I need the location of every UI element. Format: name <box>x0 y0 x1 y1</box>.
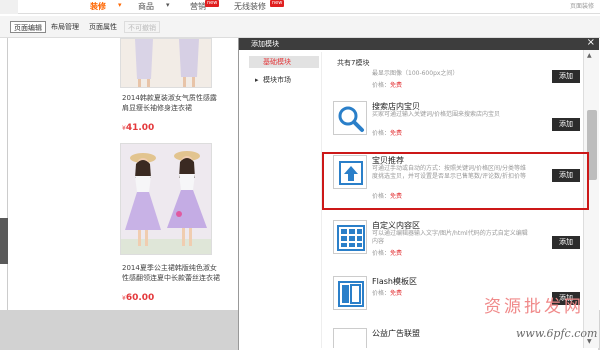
nav-item-goods[interactable]: 商品 <box>138 1 154 12</box>
dialog-header: 添加模块 × <box>239 37 599 50</box>
add-module-button[interactable]: 添加 <box>552 70 580 83</box>
dropdown-arrow-icon: ▾ <box>118 1 122 9</box>
close-icon[interactable]: × <box>587 37 595 48</box>
module-description: 可以通过编辑器输入文字/图片/html代码的方式自定义编辑内容 <box>372 230 528 245</box>
price-value: 60.00 <box>125 293 155 303</box>
tab-module-market[interactable]: ▸ 模块市场 <box>249 74 319 86</box>
price-value: 免费 <box>390 130 403 137</box>
page-properties-button[interactable]: 页面属性 <box>86 21 120 33</box>
top-navigation: 装修 ▾ 商品 ▾ 营销 new 无线装修 new 页面装修 <box>0 0 600 14</box>
module-price: 价格：免费 <box>372 80 402 89</box>
module-description: 买家可通过输入关键词/价格范围来搜索店内宝贝 <box>372 111 501 118</box>
module-item: 自定义内容区 可以通过编辑器输入文字/图片/html代码的方式自定义编辑内容 价… <box>333 220 583 260</box>
grid-layout-icon <box>333 220 367 254</box>
product-image[interactable] <box>120 38 212 88</box>
highlight-box <box>322 152 589 210</box>
module-price: 价格：免费 <box>372 128 402 137</box>
product-image[interactable] <box>120 143 212 255</box>
ad-module-icon <box>333 328 367 348</box>
module-price: 价格：免费 <box>372 248 402 257</box>
price-value: 免费 <box>390 250 403 257</box>
tab-label: 模块市场 <box>263 76 291 84</box>
product-price: ¥41.00 <box>122 123 154 133</box>
price-label: 价格： <box>372 250 391 257</box>
flash-module-icon <box>333 276 367 310</box>
module-name: Flash模板区 <box>372 277 417 286</box>
layout-manage-button[interactable]: 布局管理 <box>48 21 82 33</box>
nav-right-link[interactable]: 页面装修 <box>570 1 594 10</box>
new-badge: new <box>270 0 285 7</box>
page-edit-button[interactable]: 页面编辑 <box>10 21 46 33</box>
tab-basic-modules[interactable]: 基础模块 <box>249 56 319 68</box>
watermark-text: 资源批发网 <box>484 297 584 317</box>
dialog-title: 添加模块 <box>251 40 279 48</box>
price-value: 免费 <box>390 82 403 89</box>
arrow-right-icon: ▸ <box>255 76 259 84</box>
price-label: 价格： <box>372 130 391 137</box>
left-panel <box>0 38 8 310</box>
module-item: 搜索店内宝贝 买家可通过输入关键词/价格范围来搜索店内宝贝 价格：免费 添加 <box>333 101 583 141</box>
price-label: 价格： <box>372 290 391 297</box>
product-name[interactable]: 2014夏季公主裙韩版纯色淑女性感翻领连夏中长款蕾丝连衣裙 <box>122 263 222 283</box>
nav-item-mobile-decorate[interactable]: 无线装修 <box>234 1 266 12</box>
module-item: 最显示图像（100-600px之间） 价格：免费 添加 <box>333 60 583 90</box>
scroll-up-icon[interactable]: ▲ <box>587 52 592 59</box>
dropdown-arrow-icon: ▾ <box>166 1 170 9</box>
logo <box>0 0 18 14</box>
module-name: 公益广告联盟 <box>372 329 420 338</box>
price-value: 免费 <box>390 290 403 297</box>
nav-item-decorate[interactable]: 装修 <box>90 1 106 12</box>
price-label: 价格： <box>372 82 391 89</box>
add-module-button[interactable]: 添加 <box>552 118 580 131</box>
product-price: ¥60.00 <box>122 293 154 303</box>
panel-toggle-handle[interactable] <box>0 218 8 264</box>
new-badge: new <box>205 0 220 7</box>
watermark-url: www.6pfc.com <box>516 327 598 340</box>
editor-toolbar: 页面编辑 布局管理 页面属性 不可撤销 <box>0 16 600 38</box>
price-value: 41.00 <box>125 123 155 133</box>
module-description: 最显示图像（100-600px之间） <box>372 70 459 77</box>
nav-item-marketing[interactable]: 营销 <box>190 1 206 12</box>
tab-label: 基础模块 <box>263 58 291 66</box>
product-name[interactable]: 2014韩款夏装淑女气质性感露肩显瘦长袖修身连衣裙 <box>122 93 222 113</box>
undo-button[interactable]: 不可撤销 <box>124 21 160 33</box>
search-module-icon <box>333 101 367 135</box>
add-module-button[interactable]: 添加 <box>552 236 580 249</box>
module-price: 价格：免费 <box>372 288 402 297</box>
dialog-sidebar: 基础模块 ▸ 模块市场 <box>247 52 322 348</box>
